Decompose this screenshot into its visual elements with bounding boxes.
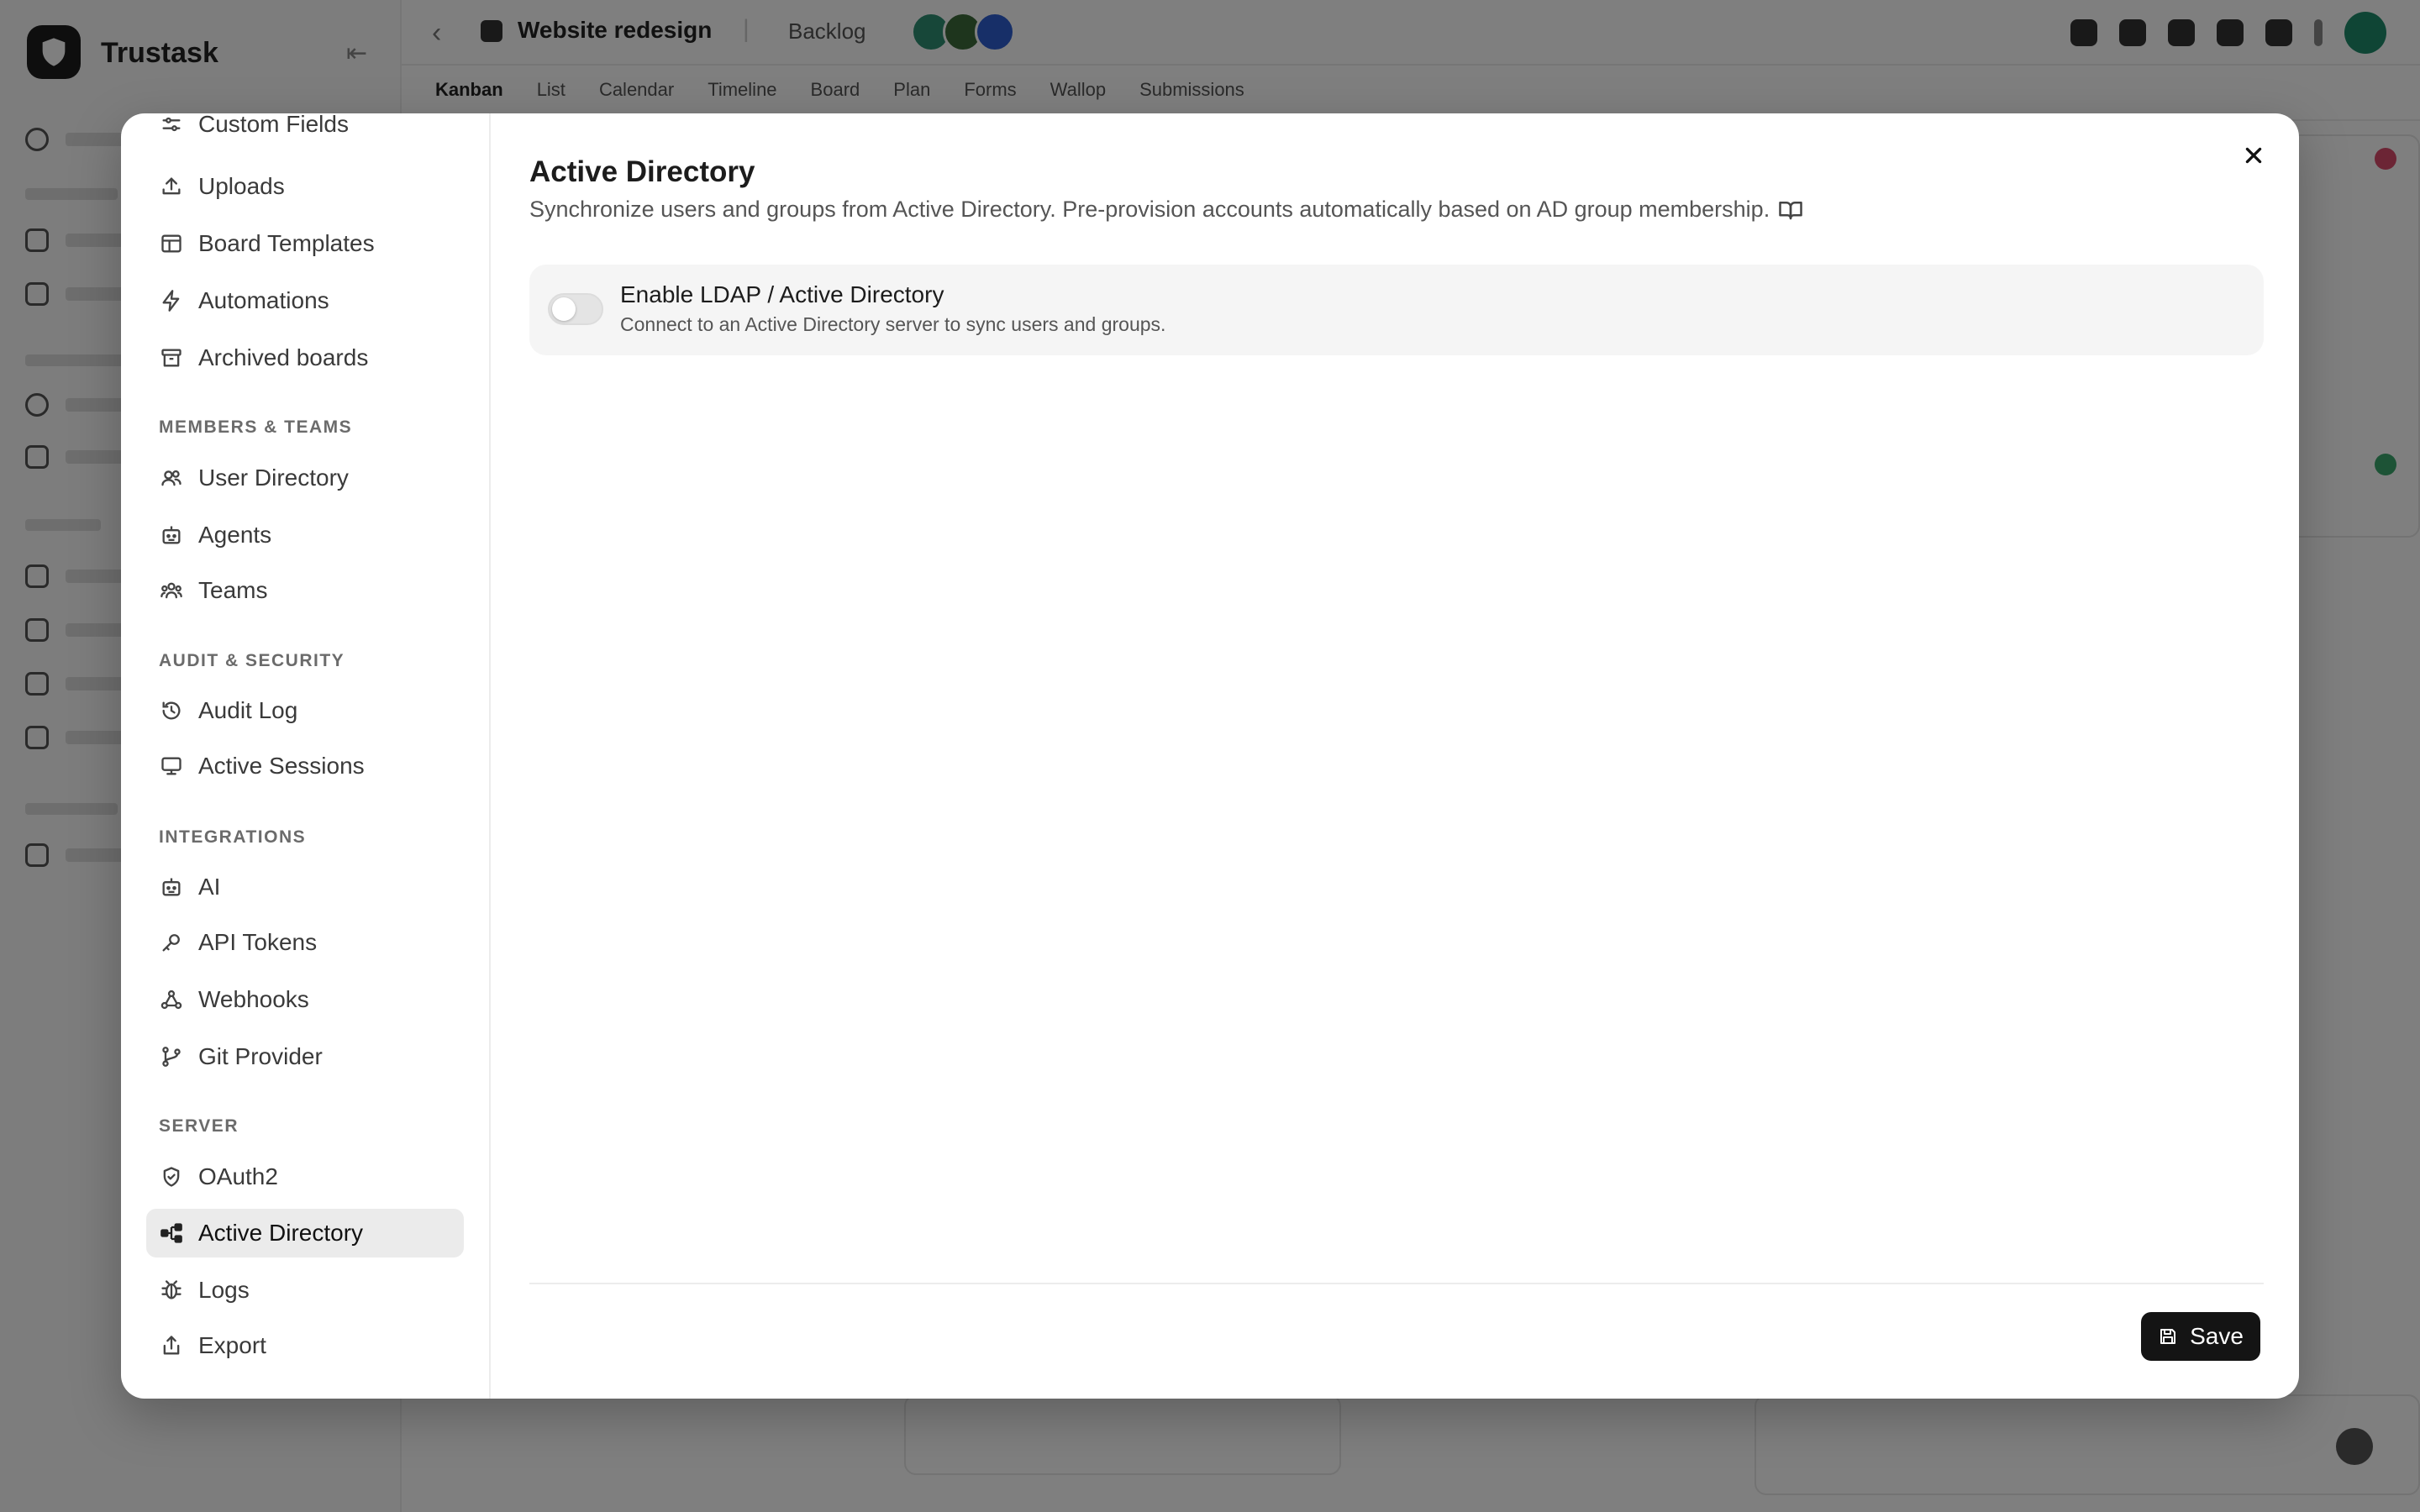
page-description-text: Synchronize users and groups from Active… (529, 197, 1770, 222)
nav-section-members-teams: MEMBERS & TEAMS (159, 417, 353, 437)
nav-item-ai[interactable]: AI (146, 863, 464, 911)
ldap-setting-card: Enable LDAP / Active Directory Connect t… (529, 265, 2264, 355)
nav-item-board-templates[interactable]: Board Templates (146, 219, 464, 268)
nav-item-label: AI (198, 874, 221, 900)
nav-item-git-provider[interactable]: Git Provider (146, 1032, 464, 1081)
sliders-icon (162, 117, 181, 132)
save-label: Save (2190, 1323, 2244, 1349)
nav-item-label: OAuth2 (198, 1163, 278, 1189)
nav-item-label: Archived boards (198, 344, 369, 370)
nav-section-integrations: INTEGRATIONS (159, 827, 307, 847)
nav-item-label: Audit Log (198, 697, 298, 723)
nav-section-audit-security: AUDIT & SECURITY (159, 651, 345, 670)
share-icon (163, 1336, 180, 1355)
network-icon (160, 1223, 182, 1243)
nav-item-user-directory[interactable]: User Directory (146, 454, 464, 502)
nav-item-export[interactable]: Export (146, 1321, 464, 1370)
page-title: Active Directory (529, 155, 755, 188)
floppy-disk-icon (2160, 1329, 2176, 1344)
settings-nav: Custom Fields Uploads Board Templates Au… (121, 113, 491, 1399)
close-button[interactable] (2233, 135, 2274, 176)
setting-title: Enable LDAP / Active Directory (620, 281, 944, 307)
git-branch-icon (162, 1047, 181, 1067)
template-icon (161, 234, 182, 253)
setting-description: Connect to an Active Directory server to… (620, 313, 1166, 335)
nav-item-label: Active Directory (198, 1220, 364, 1246)
nav-item-teams[interactable]: Teams (146, 566, 464, 615)
bug-icon (161, 1280, 182, 1299)
nav-item-label: Automations (198, 287, 329, 313)
nav-item-audit-log[interactable]: Audit Log (146, 686, 464, 735)
nav-item-label: Uploads (198, 173, 285, 199)
nav-item-custom-fields[interactable]: Custom Fields (146, 113, 464, 149)
archive-icon (161, 349, 182, 367)
toggle-knob (552, 297, 576, 321)
webhook-icon (160, 990, 182, 1010)
nav-item-agents[interactable]: Agents (146, 511, 464, 559)
nav-item-label: Webhooks (198, 986, 309, 1012)
nav-item-label: Export (198, 1332, 266, 1358)
nav-item-oauth2[interactable]: OAuth2 (146, 1152, 464, 1201)
nav-item-active-directory[interactable]: Active Directory (146, 1209, 464, 1257)
nav-item-label: API Tokens (198, 929, 318, 955)
nav-item-automations[interactable]: Automations (146, 276, 464, 325)
ldap-enable-toggle[interactable] (548, 293, 603, 325)
nav-item-active-sessions[interactable]: Active Sessions (146, 742, 464, 790)
nav-item-label: Git Provider (198, 1043, 323, 1069)
nav-item-api-tokens[interactable]: API Tokens (146, 918, 464, 967)
nav-item-label: Logs (198, 1277, 250, 1303)
nav-item-label: Agents (198, 522, 272, 548)
nav-item-label: Board Templates (198, 230, 375, 256)
key-icon (162, 934, 180, 952)
bot-icon (162, 878, 181, 896)
footer-divider (529, 1283, 2264, 1284)
nav-item-logs[interactable]: Logs (146, 1266, 464, 1315)
bot-icon (162, 526, 181, 544)
close-icon (2245, 147, 2262, 164)
monitor-icon (161, 757, 182, 775)
nav-item-label: Active Sessions (198, 753, 365, 779)
users-icon (161, 470, 182, 486)
settings-modal: Custom Fields Uploads Board Templates Au… (121, 113, 2299, 1399)
page-description: Synchronize users and groups from Active… (529, 197, 1803, 223)
nav-item-label: Teams (198, 577, 268, 603)
save-button[interactable]: Save (2141, 1312, 2260, 1361)
lightning-icon (162, 290, 180, 312)
upload-icon (162, 177, 181, 195)
nav-item-webhooks[interactable]: Webhooks (146, 975, 464, 1024)
book-open-icon[interactable] (1778, 197, 1803, 223)
history-icon (162, 701, 181, 720)
nav-section-server: SERVER (159, 1116, 239, 1136)
nav-item-label: User Directory (198, 465, 349, 491)
settings-content: Active Directory Synchronize users and g… (491, 113, 2299, 1399)
nav-item-archived-boards[interactable]: Archived boards (146, 333, 464, 382)
teams-icon (160, 582, 182, 599)
nav-item-label: Custom Fields (198, 113, 349, 137)
nav-item-uploads[interactable]: Uploads (146, 162, 464, 211)
shield-check-icon (163, 1167, 180, 1187)
